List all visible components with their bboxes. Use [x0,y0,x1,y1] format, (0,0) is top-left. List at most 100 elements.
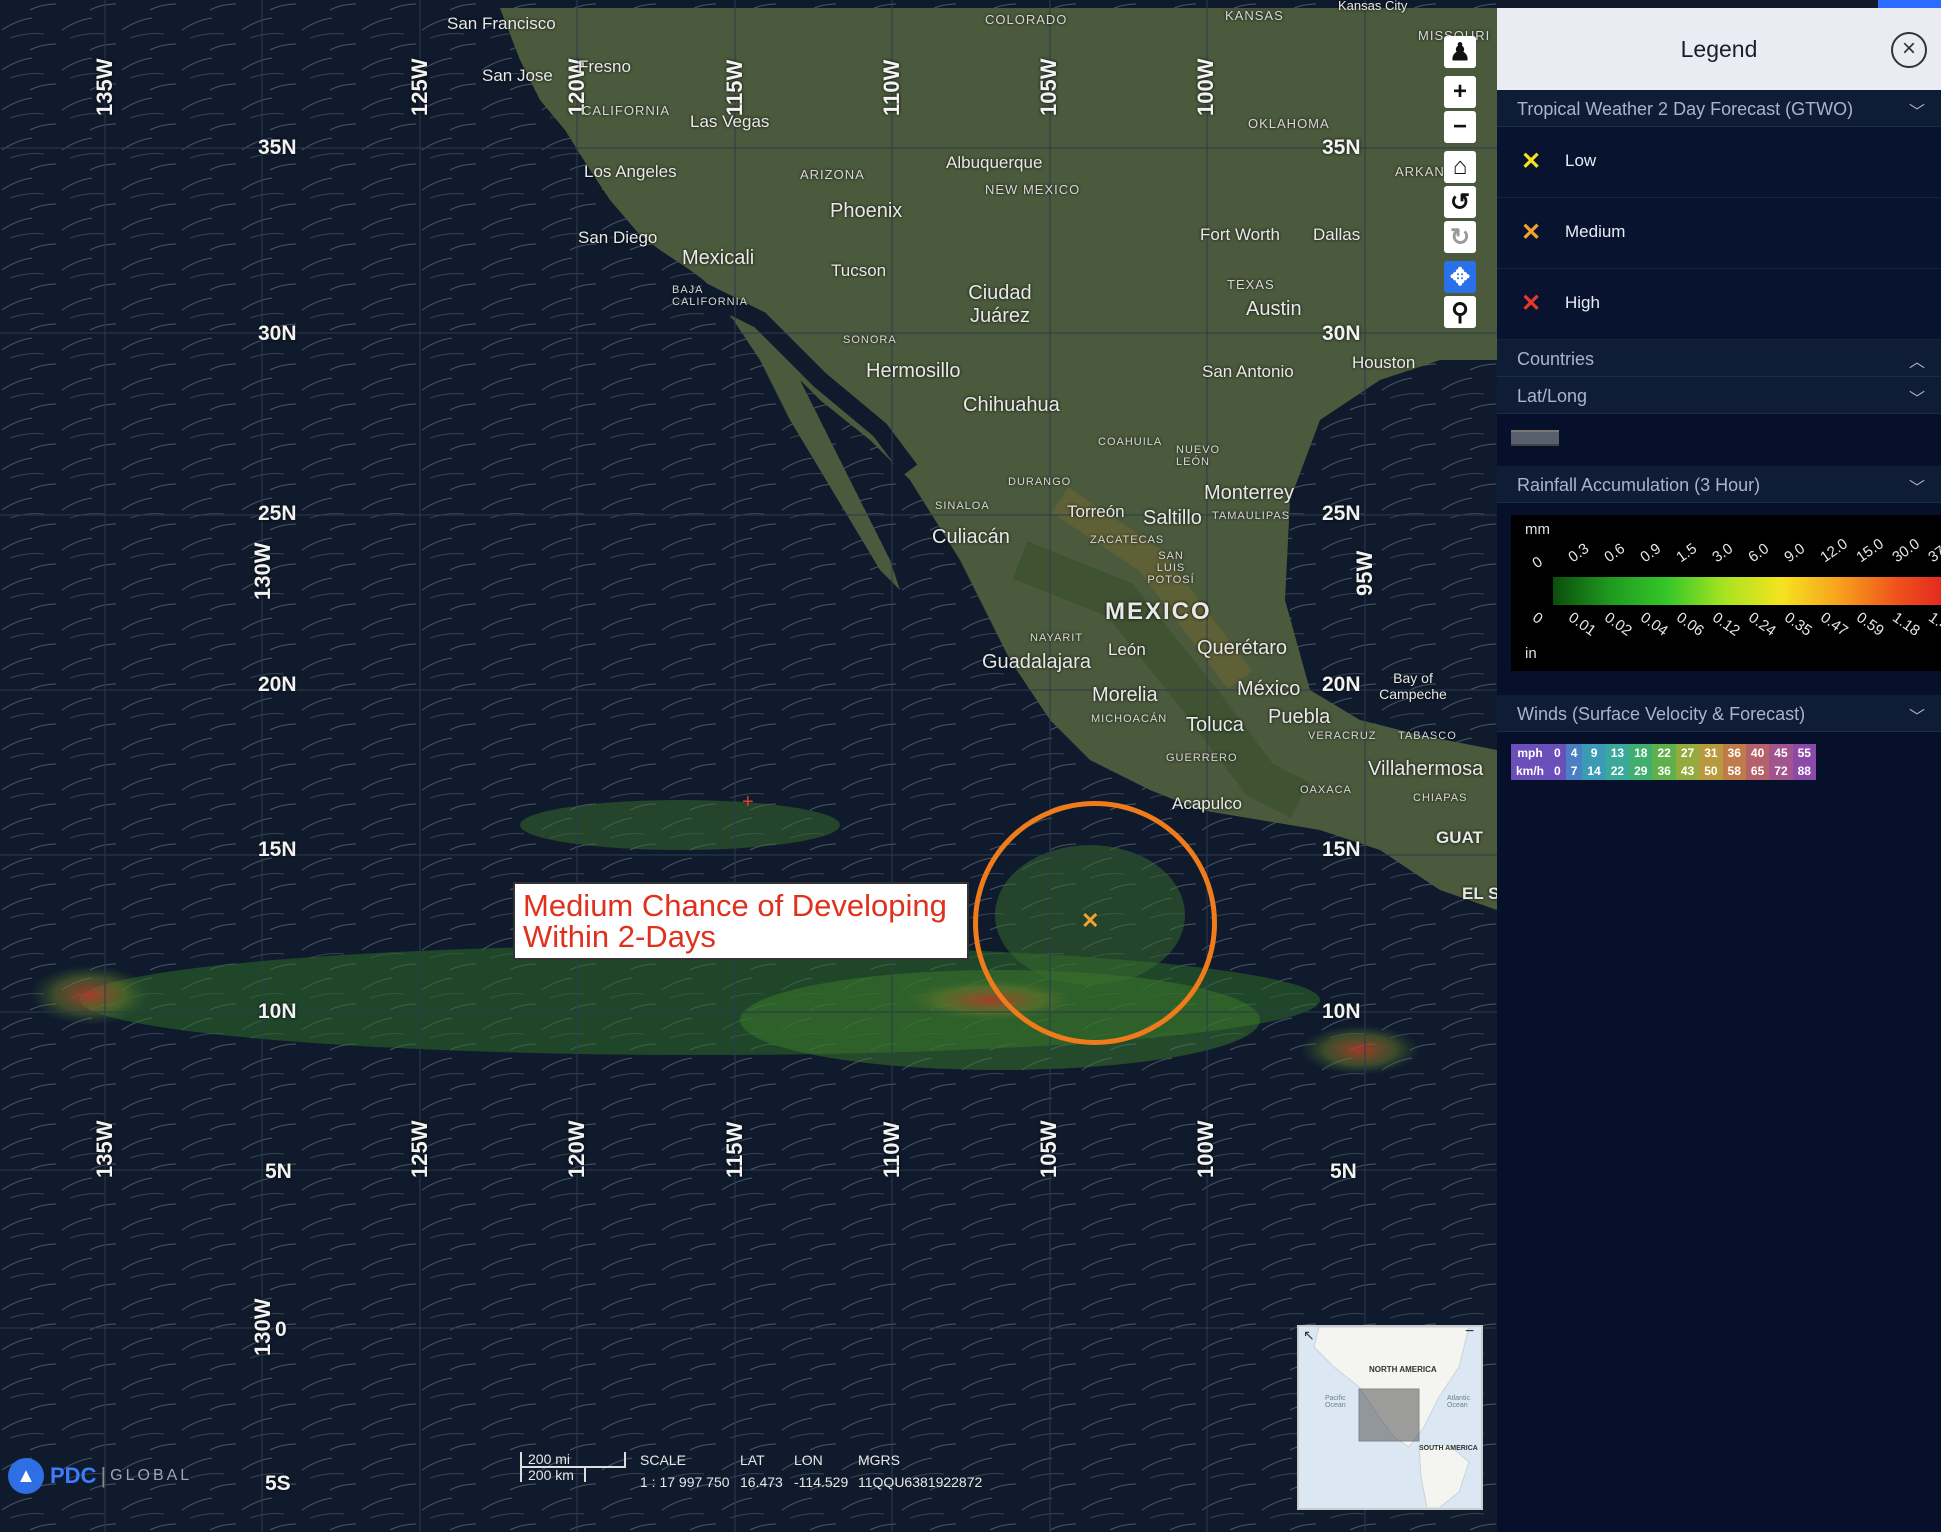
brand-name: PDC [50,1463,97,1488]
minimap-label: NORTH AMERICA [1369,1365,1437,1374]
place-label: Hermosillo [866,360,961,382]
section-rainfall[interactable]: Rainfall Accumulation (3 Hour) ﹀ [1497,466,1941,503]
zoom-out-icon[interactable]: − [1444,111,1476,143]
place-label: Querétaro [1197,637,1288,659]
place-label: TABASCO [1398,730,1457,742]
place-label: Torreón [1067,502,1125,521]
home-icon[interactable]: ⌂ [1444,151,1476,183]
section-countries[interactable]: Countries ︿ [1497,340,1941,377]
wind-cell-kmh: 0 [1549,762,1566,780]
rain-color-ramp [1553,577,1941,605]
place-label: BAJA CALIFORNIA [672,284,749,308]
medium-chance-marker-icon[interactable]: ✕ [1081,908,1099,934]
annotation-callout: Medium Chance of Developing Within 2-Day… [513,882,969,960]
place-label: TAMAULIPAS [1212,510,1291,522]
lon-label: 125W [407,58,432,116]
map-view[interactable]: 35N 30N 25N 20N 15N 10N 5N 0 5S 35N 30N … [0,0,1497,1532]
place-label: Puebla [1268,706,1331,728]
rain-unit-mm: mm [1525,521,1550,538]
section-title: Lat/Long [1517,386,1588,406]
scale-miles: 200 mi [520,1452,626,1468]
lat-label: 5N [1330,1160,1357,1183]
lat-readout-label: LAT [740,1452,765,1468]
wind-unit-mph: mph [1511,744,1550,762]
wind-cell-mph: 4 [1565,744,1583,762]
wind-cell-mph: 27 [1675,744,1700,762]
chevron-down-icon: ﹀ [1908,709,1925,726]
place-label: Monterrey [1204,482,1295,504]
pegman-icon[interactable]: ♟ [1444,36,1476,68]
wind-cell-kmh: 58 [1722,762,1746,780]
pan-icon[interactable]: ✥ [1444,261,1476,293]
rotate-right-icon[interactable]: ↻ [1444,221,1476,253]
rain-tick-in: 0.47 [1817,609,1851,640]
place-label: Fresno [578,57,631,76]
lon-label: 95W [1352,550,1377,596]
lon-label: 130W [250,1298,275,1356]
wind-cell-kmh: 43 [1675,762,1700,780]
rain-tick-in: 1.18 [1889,609,1923,640]
legend-panel: Legend × Tropical Weather 2 Day Forecast… [1497,8,1941,1532]
zoom-extent-icon[interactable]: ⚲ [1444,296,1476,328]
cursor-crosshair-icon: + [742,791,754,813]
place-label: Los Angeles [584,162,677,181]
wind-cell-mph: 40 [1745,744,1770,762]
place-label: Mexicali [682,247,755,269]
section-winds[interactable]: Winds (Surface Velocity & Forecast) ﹀ [1497,695,1941,732]
section-latlong[interactable]: Lat/Long ﹀ [1497,377,1941,414]
section-title: Tropical Weather 2 Day Forecast (GTWO) [1517,99,1854,119]
place-label: COLORADO [985,12,1068,27]
wind-cell-kmh: 22 [1605,762,1630,780]
place-label: Villahermosa [1368,758,1484,780]
section-gtwo[interactable]: Tropical Weather 2 Day Forecast (GTWO) ﹀ [1497,90,1941,127]
lat-label: 5S [265,1472,291,1495]
wind-cell-mph: 22 [1652,744,1676,762]
rain-tick-in: 0.06 [1673,609,1707,640]
brand-sub: GLOBAL [110,1467,193,1484]
close-icon[interactable]: × [1891,32,1927,68]
wind-cell-kmh: 88 [1792,762,1816,780]
place-label: Toluca [1186,714,1244,736]
place-label: Fort Worth [1200,225,1280,244]
place-label: Saltillo [1143,507,1202,529]
latlong-swatch [1497,414,1941,466]
wind-unit-kmh: km/h [1511,762,1550,780]
pdc-logo[interactable]: ▲ PDC | GLOBAL [8,1458,192,1494]
place-label: TEXAS [1227,277,1275,292]
section-title: Countries [1517,349,1595,369]
rain-tick-mm: 12.0 [1817,535,1851,566]
lon-readout-value: -114.529 [794,1474,849,1490]
lon-label: 130W [250,542,275,600]
lat-label: 15N [258,838,297,861]
place-label: Acapulco [1172,794,1242,813]
callout-line-1: Medium Chance of Developing [523,888,947,923]
section-title: Winds (Surface Velocity & Forecast) [1517,704,1806,724]
lon-label: 115W [722,59,747,116]
lat-label: 30N [1322,322,1361,345]
scale-km: 200 km [520,1468,586,1482]
place-label: San Francisco [447,14,556,33]
zoom-in-icon[interactable]: + [1444,76,1476,108]
place-label: Phoenix [830,200,903,222]
expand-icon[interactable]: ↖ [1303,1327,1315,1344]
rain-tick-in: 1.46 [1925,609,1941,640]
place-label: Guadalajara [982,651,1091,673]
overview-minimap[interactable]: NORTH AMERICA Pacific Ocean Atlantic Oce… [1297,1325,1483,1510]
place-label: Houston [1352,353,1416,372]
minimap-label: Atlantic Ocean [1447,1395,1470,1409]
wind-scale: mph 0 4 9 13 18 22 27 31 36 40 45 55 km/h 0 7 14 22 29 36 4… [1511,744,1816,780]
lat-label: 20N [258,673,297,696]
rain-tick-mm: 15.0 [1853,535,1887,566]
lat-label: 10N [1322,1000,1361,1023]
wind-cell-mph: 18 [1629,744,1653,762]
place-label: KANSAS [1225,8,1284,23]
wind-cell-mph: 9 [1582,744,1606,762]
wind-cell-kmh: 14 [1582,762,1606,780]
legend-item-label: Low [1565,151,1597,170]
rotate-left-icon[interactable]: ↺ [1444,186,1476,218]
place-label: NAYARIT [1030,632,1084,644]
place-label: Culiacán [932,526,1010,548]
lon-label: 100W [1193,58,1218,116]
minimize-icon[interactable]: − [1465,1327,1474,1341]
lat-label: 30N [258,322,297,345]
